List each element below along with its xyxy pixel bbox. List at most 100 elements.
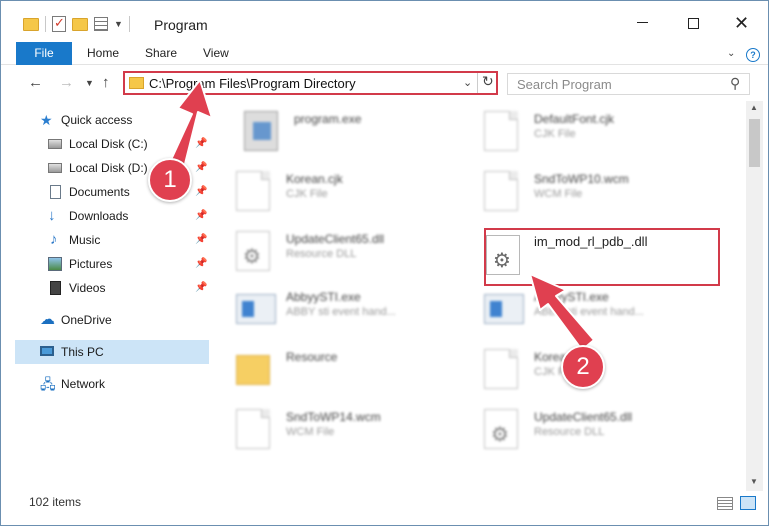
file-type: ABBY sti event hand... <box>286 306 396 318</box>
close-button[interactable]: ✕ <box>734 14 749 32</box>
file-type: CJK File <box>534 128 576 140</box>
address-path[interactable]: C:\Program Files\Program Directory <box>149 76 356 91</box>
search-icon[interactable]: ⚲ <box>730 75 740 92</box>
file-name: UpdateClient65.dll <box>286 232 385 246</box>
this-pc-icon <box>40 346 54 356</box>
file-name: Korean.cjk <box>286 172 343 186</box>
scroll-up-icon[interactable]: ▲ <box>750 103 758 112</box>
forward-arrow-icon[interactable]: → <box>59 74 74 91</box>
file-item[interactable]: UpdateClient65.dll Resource DLL <box>216 223 456 279</box>
file-icon <box>236 171 270 211</box>
properties-check-icon[interactable] <box>52 15 66 32</box>
properties-icon[interactable] <box>94 17 108 31</box>
sidebar-item-label: Quick access <box>61 113 133 127</box>
address-history-chevron-icon[interactable]: ⌄ <box>463 76 472 89</box>
file-icon <box>236 409 270 449</box>
folder-icon <box>236 355 270 385</box>
details-view-icon[interactable] <box>717 497 733 510</box>
file-name: AbbyySTI.exe <box>534 290 609 304</box>
network-icon: 🖧 <box>40 376 56 392</box>
sidebar-item-this-pc[interactable]: This PC <box>15 340 209 364</box>
tab-view[interactable]: View <box>203 42 229 65</box>
file-item[interactable]: DefaultFont.cjk CJK File <box>464 103 704 159</box>
pin-icon[interactable]: 📌 <box>195 252 207 276</box>
file-item[interactable]: AbbyySTI.exe ABBY sti event hand... <box>216 281 456 337</box>
sidebar-item-label: This PC <box>61 345 104 359</box>
sidebar-item-label: Documents <box>69 185 130 199</box>
step-1-callout: 1 <box>148 158 192 202</box>
tab-share[interactable]: Share <box>145 42 177 65</box>
sidebar-item-pictures[interactable]: Pictures 📌 <box>15 252 209 276</box>
quick-access-toolbar: ▼ <box>23 15 130 32</box>
file-type: Resource DLL <box>286 248 357 260</box>
search-input[interactable]: Search Program ⚲ <box>507 73 750 95</box>
sidebar-item-label: Local Disk (C:) <box>69 137 148 151</box>
pin-icon[interactable]: 📌 <box>195 204 207 228</box>
music-icon: ♪ <box>50 231 58 248</box>
up-arrow-icon[interactable]: ↑ <box>102 74 110 91</box>
large-icons-view-icon[interactable] <box>740 496 756 510</box>
maximize-button[interactable] <box>688 18 699 29</box>
file-item[interactable]: SndToWP14.wcm WCM File <box>216 401 456 457</box>
status-bar: 102 items <box>1 491 768 515</box>
file-name: SndToWP10.wcm <box>534 172 629 186</box>
file-name: AbbyySTI.exe <box>286 290 361 304</box>
scroll-down-icon[interactable]: ▼ <box>750 477 758 486</box>
new-folder-icon[interactable] <box>72 17 88 31</box>
item-count: 102 items <box>29 495 82 509</box>
file-type: CJK File <box>286 188 328 200</box>
sidebar-item-onedrive[interactable]: ☁ OneDrive <box>15 308 209 332</box>
sidebar-item-network[interactable]: 🖧 Network <box>15 372 209 396</box>
window-title: Program <box>154 17 208 33</box>
sidebar-item-label: Downloads <box>69 209 129 223</box>
file-item[interactable]: Resource <box>216 341 456 397</box>
file-item[interactable]: SndToWP10.wcm WCM File <box>464 163 704 219</box>
file-icon <box>484 111 518 151</box>
help-icon[interactable]: ? <box>746 48 760 62</box>
tab-file[interactable]: File <box>16 42 72 65</box>
file-item[interactable]: UpdateClient65.dll Resource DLL <box>464 401 704 457</box>
navigation-bar: ← → ▼ ↑ C:\Program Files\Program Directo… <box>1 65 768 101</box>
file-list: program.exe DefaultFont.cjk CJK File Kor… <box>216 101 746 491</box>
file-name: Resource <box>286 350 338 364</box>
dll-gear-icon <box>484 409 518 449</box>
file-item[interactable]: program.exe <box>224 103 464 159</box>
scrollbar-thumb[interactable] <box>749 119 760 167</box>
pin-icon[interactable]: 📌 <box>195 156 207 180</box>
sidebar-item-videos[interactable]: Videos 📌 <box>15 276 209 300</box>
customize-toolbar-chevron-icon[interactable]: ▼ <box>114 19 123 29</box>
minimize-button[interactable] <box>637 15 651 29</box>
file-name: DefaultFont.cjk <box>534 112 615 126</box>
sidebar-item-music[interactable]: ♪ Music 📌 <box>15 228 209 252</box>
search-placeholder: Search Program <box>517 77 612 92</box>
tab-home[interactable]: Home <box>87 42 119 65</box>
back-arrow-icon[interactable]: ← <box>28 74 43 91</box>
vertical-scrollbar[interactable]: ▲ ▼ <box>746 101 763 491</box>
sidebar-item-downloads[interactable]: ↓ Downloads 📌 <box>15 204 209 228</box>
pin-icon[interactable]: 📌 <box>195 180 207 204</box>
ribbon-tabs: File Home Share View ⌄ ? <box>1 41 768 65</box>
address-bar[interactable]: C:\Program Files\Program Directory ⌄ ↻ <box>123 71 498 95</box>
pin-icon[interactable]: 📌 <box>195 228 207 252</box>
dll-gear-icon <box>236 231 270 271</box>
pin-icon[interactable]: 📌 <box>195 276 207 300</box>
file-highlight-box <box>484 228 720 286</box>
file-item[interactable]: Korean.cjk CJK File <box>216 163 456 219</box>
folder-icon <box>23 17 39 31</box>
address-divider <box>477 73 478 93</box>
sidebar-item-local-disk-c[interactable]: Local Disk (C:) 📌 <box>15 132 209 156</box>
star-icon: ★ <box>40 112 53 128</box>
file-type: WCM File <box>286 426 335 438</box>
toolbar-divider <box>128 16 130 32</box>
file-name: SndToWP14.wcm <box>286 410 381 424</box>
refresh-icon[interactable]: ↻ <box>482 73 494 90</box>
pictures-icon <box>48 257 62 271</box>
title-bar: ▼ Program ✕ <box>1 1 768 41</box>
file-type: Resource DLL <box>534 426 605 438</box>
sidebar-item-quick-access[interactable]: ★ Quick access <box>15 108 209 132</box>
file-item[interactable]: AbbyySTI.exe ABBY sti event hand... <box>464 281 704 337</box>
sidebar-item-label: Local Disk (D:) <box>69 161 148 175</box>
pin-icon[interactable]: 📌 <box>195 132 207 156</box>
expand-ribbon-chevron-icon[interactable]: ⌄ <box>727 48 735 59</box>
recent-locations-chevron-icon[interactable]: ▼ <box>85 78 94 88</box>
